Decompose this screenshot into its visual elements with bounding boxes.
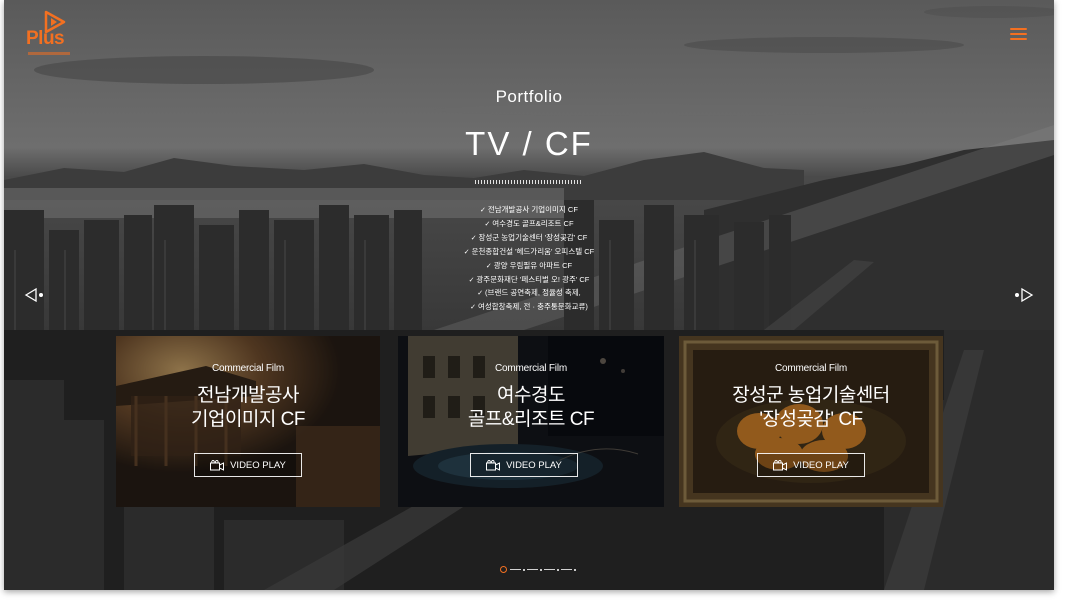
logo-text: Plus	[26, 28, 65, 49]
pager-line	[561, 569, 572, 570]
pager-line	[544, 569, 555, 570]
card-title-line: 장성군 농업기술센터	[732, 385, 890, 406]
pager-dot[interactable]	[574, 568, 576, 571]
video-camera-icon	[486, 459, 501, 471]
list-item: 전남개발공사 기업이미지 CF	[384, 204, 674, 218]
list-item: 운천종합건설 '헤드가리움' 오피스텔 CF	[384, 246, 674, 260]
triangle-right-icon	[1015, 287, 1034, 303]
card-title: 전남개발공사 기업이미지 CF	[116, 384, 380, 432]
video-play-button[interactable]: VIDEO PLAY	[470, 453, 578, 477]
page-title: TV / CF	[465, 125, 593, 162]
list-item-continued: 여성합창축제, 전 · 충주통문화교류)	[384, 301, 674, 315]
triangle-left-icon	[24, 287, 43, 303]
list-item: 여수경도 골프&리조트 CF	[384, 218, 674, 232]
prev-slide-button[interactable]	[24, 287, 46, 303]
portfolio-card[interactable]: Commercial Film 전남개발공사 기업이미지 CF VIDEO PL…	[116, 336, 380, 507]
card-title-line: 여수경도	[497, 385, 565, 406]
logo-tagline-bar	[28, 52, 70, 55]
video-play-label: VIDEO PLAY	[793, 459, 849, 471]
list-item-continued: (브랜드 공연축제, 정율성 축제,	[384, 287, 674, 301]
pager-dot[interactable]	[557, 568, 559, 571]
card-title-line: 전남개발공사	[197, 385, 299, 406]
list-item: 장성군 농업기술센터 '장성곶감' CF	[384, 232, 674, 246]
hamburger-menu-button[interactable]	[1008, 26, 1030, 42]
card-category: Commercial Film	[494, 363, 567, 374]
title-divider	[475, 180, 583, 184]
menu-bar-line	[1010, 38, 1027, 40]
menu-bar-line	[1010, 28, 1027, 30]
card-title-line: 골프&리조트 CF	[467, 409, 595, 430]
pager-line	[510, 569, 521, 570]
card-title-line: '장성곶감' CF	[759, 409, 863, 430]
brand-logo[interactable]: Plus	[24, 10, 76, 58]
pager-dot-active[interactable]	[500, 566, 507, 573]
pager-line	[527, 569, 538, 570]
portfolio-card[interactable]: Commercial Film 여수경도 골프&리조트 CF VIDEO PLA…	[398, 336, 664, 507]
list-item: 광주문화재단 '페스티벌 오! 광주' CF	[384, 274, 674, 288]
pager-dot[interactable]	[523, 568, 525, 571]
pager-dot[interactable]	[540, 568, 542, 571]
menu-bar-line	[1010, 33, 1027, 35]
card-title-line: 기업이미지 CF	[190, 409, 306, 430]
card-category: Commercial Film	[211, 363, 284, 374]
video-play-button[interactable]: VIDEO PLAY	[194, 453, 302, 477]
works-list: 전남개발공사 기업이미지 CF 여수경도 골프&리조트 CF 장성군 농업기술센…	[384, 204, 674, 315]
portfolio-card[interactable]: Commercial Film 장성군 농업기술센터 '장성곶감' CF VID…	[679, 336, 943, 507]
video-camera-icon	[210, 459, 225, 471]
video-play-label: VIDEO PLAY	[506, 459, 562, 471]
section-subtitle: Portfolio	[495, 87, 563, 106]
slide-pager	[500, 566, 578, 573]
list-item: 광양 우림필유 아파트 CF	[384, 260, 674, 274]
hero-section: Plus Portfolio TV / CF 전남개발공사 기업이미지 CF 여…	[4, 0, 1054, 590]
video-play-button[interactable]: VIDEO PLAY	[757, 453, 865, 477]
video-play-label: VIDEO PLAY	[230, 459, 286, 471]
video-camera-icon	[773, 459, 788, 471]
card-title: 장성군 농업기술센터 '장성곶감' CF	[679, 384, 943, 432]
card-category: Commercial Film	[774, 363, 847, 374]
next-slide-button[interactable]	[1012, 287, 1034, 303]
card-title: 여수경도 골프&리조트 CF	[398, 384, 664, 432]
